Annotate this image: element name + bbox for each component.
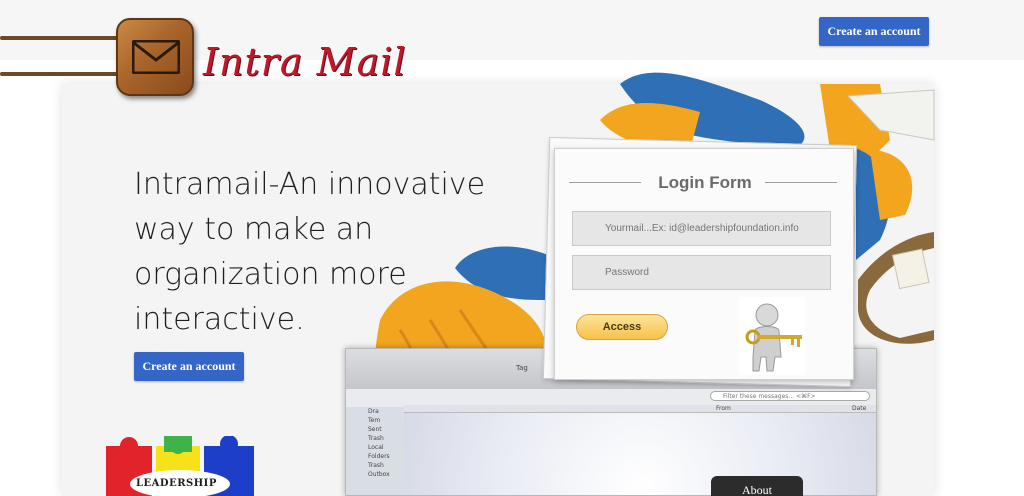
folder-item: Sent xyxy=(368,426,382,433)
logo-mailbox xyxy=(116,18,194,96)
title-divider-right xyxy=(765,182,837,183)
brand-name: Intra Mail xyxy=(203,40,407,84)
envelope-icon xyxy=(132,40,180,74)
create-account-button-header[interactable]: Create an account xyxy=(819,17,929,46)
folder-item: Tem xyxy=(368,417,381,424)
mail-list-header: From Date xyxy=(404,405,876,413)
folder-item: Trash xyxy=(368,435,384,442)
mail-folder-list: Dra Tem Sent Trash Local Folders Trash O… xyxy=(346,407,404,495)
mail-tag-label: Tag xyxy=(516,364,528,372)
mail-preview-body xyxy=(404,413,876,495)
email-field[interactable] xyxy=(572,211,831,246)
login-form: Login Form Access xyxy=(554,148,854,380)
hero-tagline: Intramail-An innovative way to make an o… xyxy=(134,167,486,337)
folder-item: Outbox xyxy=(368,471,390,478)
folder-item: Local Folders xyxy=(368,444,390,460)
key-figure-image xyxy=(739,297,805,375)
password-field[interactable] xyxy=(572,255,831,290)
column-date: Date xyxy=(852,405,867,412)
folder-item: Dra xyxy=(368,408,379,415)
column-from: From xyxy=(716,405,731,412)
leadership-label: LEADERSHIP xyxy=(136,478,217,489)
access-button[interactable]: Access xyxy=(576,314,668,340)
create-account-button-hero[interactable]: Create an account xyxy=(134,352,244,381)
mail-search-input: Filter these messages... <⌘F> xyxy=(710,391,870,401)
key-icon xyxy=(745,303,802,372)
about-button[interactable]: About xyxy=(711,476,803,496)
login-title: Login Form xyxy=(658,173,752,192)
folder-item: Trash xyxy=(368,462,384,469)
